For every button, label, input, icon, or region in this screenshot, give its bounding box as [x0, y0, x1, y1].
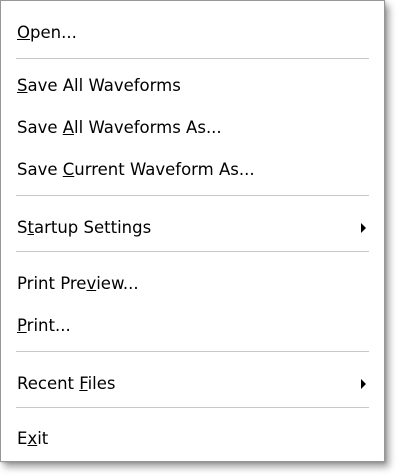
menu-item-save-all-waveforms-as[interactable]: Save All Waveforms As...: [17, 111, 384, 145]
menu-item-startup-settings[interactable]: Startup Settings: [17, 211, 384, 245]
menu-separator: [16, 351, 369, 352]
menu-item-label: Print...: [17, 316, 71, 335]
menu-separator: [16, 195, 369, 196]
menu-item-save-current-waveform-as[interactable]: Save Current Waveform As...: [17, 153, 384, 187]
menu-item-label: Save Current Waveform As...: [17, 160, 255, 179]
menu-item-label: Startup Settings: [17, 218, 152, 237]
menu-item-recent-files[interactable]: Recent Files: [17, 367, 384, 401]
submenu-arrow-icon: [361, 379, 366, 389]
menu-item-print[interactable]: Print...: [17, 309, 384, 343]
menu-item-label: Save All Waveforms: [17, 76, 181, 95]
menu-item-exit[interactable]: Exit: [17, 422, 384, 456]
menu-item-label: Recent Files: [17, 374, 116, 393]
menu-item-label: Print Preview...: [17, 274, 139, 293]
menu-item-save-all-waveforms[interactable]: Save All Waveforms: [17, 69, 384, 103]
file-context-menu: Open... Save All Waveforms Save All Wave…: [0, 0, 385, 462]
menu-item-label: Exit: [17, 429, 49, 448]
menu-separator: [16, 251, 369, 252]
menu-item-label: Open...: [17, 23, 77, 42]
menu-separator: [16, 58, 369, 59]
menu-item-label: Save All Waveforms As...: [17, 118, 222, 137]
submenu-arrow-icon: [361, 223, 366, 233]
menu-separator: [16, 407, 369, 408]
menu-item-open[interactable]: Open...: [17, 16, 384, 50]
menu-item-print-preview[interactable]: Print Preview...: [17, 267, 384, 301]
